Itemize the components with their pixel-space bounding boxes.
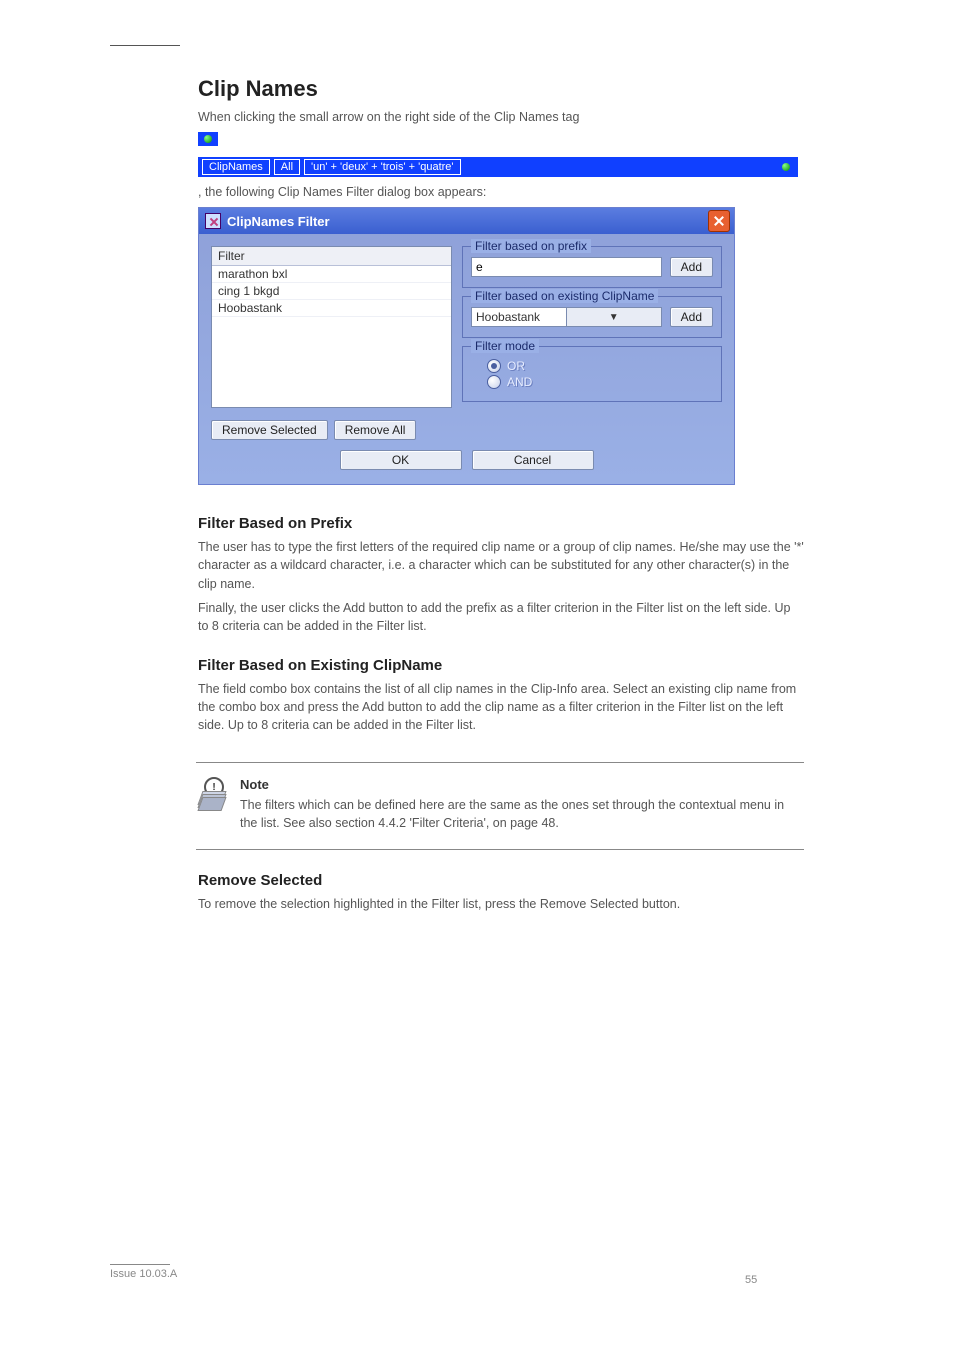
clipnames-filter-dialog: ClipNames Filter Filter marathon bxl cin…: [198, 207, 735, 485]
filter-grid-row[interactable]: marathon bxl: [212, 266, 451, 283]
section-heading: Clip Names: [198, 76, 804, 102]
existing-legend: Filter based on existing ClipName: [471, 289, 658, 303]
prefix-input[interactable]: [471, 257, 662, 277]
radio-or[interactable]: [487, 359, 501, 373]
filter-grid[interactable]: Filter marathon bxl cing 1 bkgd Hoobasta…: [211, 246, 452, 408]
note-block: ! Note The filters which can be defined …: [196, 762, 804, 849]
existing-fieldset: Filter based on existing ClipName Hoobas…: [462, 296, 722, 338]
dialog-titlebar: ClipNames Filter: [199, 208, 734, 234]
bar-arrow-icon: [776, 160, 796, 174]
note-label: Note: [240, 777, 804, 792]
mode-legend: Filter mode: [471, 339, 539, 353]
clipnames-arrow-icon: [198, 132, 218, 146]
prefix-para-1: The user has to type the first letters o…: [198, 538, 804, 592]
prefix-heading: Filter Based on Prefix: [198, 515, 804, 532]
existing-heading: Filter Based on Existing ClipName: [198, 657, 804, 674]
bar-chip-all: All: [274, 159, 300, 175]
prefix-para-2: Finally, the user clicks the Add button …: [198, 599, 804, 635]
footer-page: 55: [745, 1274, 757, 1286]
section-desc: When clicking the small arrow on the rig…: [198, 108, 804, 126]
page-footer: Issue 10.03.A 55: [110, 1264, 177, 1280]
bar-desc: , the following Clip Names Filter dialog…: [198, 183, 804, 201]
prefix-fieldset: Filter based on prefix Add: [462, 246, 722, 288]
close-icon[interactable]: [708, 210, 730, 232]
mode-and-label: AND: [507, 375, 532, 389]
remove-heading: Remove Selected: [198, 872, 804, 889]
remove-para: To remove the selection highlighted in t…: [198, 895, 804, 913]
note-icon: !: [198, 777, 226, 805]
mode-or-label: OR: [507, 359, 525, 373]
existing-add-button[interactable]: Add: [670, 307, 713, 327]
bar-chip-expr: 'un' + 'deux' + 'trois' + 'quatre': [304, 159, 460, 175]
dialog-app-icon: [205, 213, 221, 229]
clipnames-bar: ClipNames All 'un' + 'deux' + 'trois' + …: [198, 157, 798, 177]
remove-all-button[interactable]: Remove All: [334, 420, 417, 440]
filter-grid-row[interactable]: Hoobastank: [212, 300, 451, 317]
filter-grid-row[interactable]: cing 1 bkgd: [212, 283, 451, 300]
prefix-add-button[interactable]: Add: [670, 257, 713, 277]
mode-and-row[interactable]: AND: [487, 375, 713, 389]
existing-combo[interactable]: Hoobastank ▼: [471, 307, 662, 327]
bar-chip-clipnames: ClipNames: [202, 159, 270, 175]
mode-fieldset: Filter mode OR AND: [462, 346, 722, 402]
filter-grid-header: Filter: [212, 247, 451, 266]
top-rule: [110, 45, 180, 46]
ok-button[interactable]: OK: [340, 450, 462, 470]
existing-para-1: The field combo box contains the list of…: [198, 680, 804, 734]
dialog-title: ClipNames Filter: [227, 214, 330, 229]
chevron-down-icon[interactable]: ▼: [566, 308, 661, 326]
note-text: The filters which can be defined here ar…: [240, 796, 804, 832]
prefix-legend: Filter based on prefix: [471, 239, 591, 253]
remove-selected-button[interactable]: Remove Selected: [211, 420, 328, 440]
footer-issue: Issue 10.03.A: [110, 1268, 177, 1280]
radio-and[interactable]: [487, 375, 501, 389]
cancel-button[interactable]: Cancel: [472, 450, 594, 470]
mode-or-row[interactable]: OR: [487, 359, 713, 373]
existing-combo-value: Hoobastank: [472, 310, 566, 324]
